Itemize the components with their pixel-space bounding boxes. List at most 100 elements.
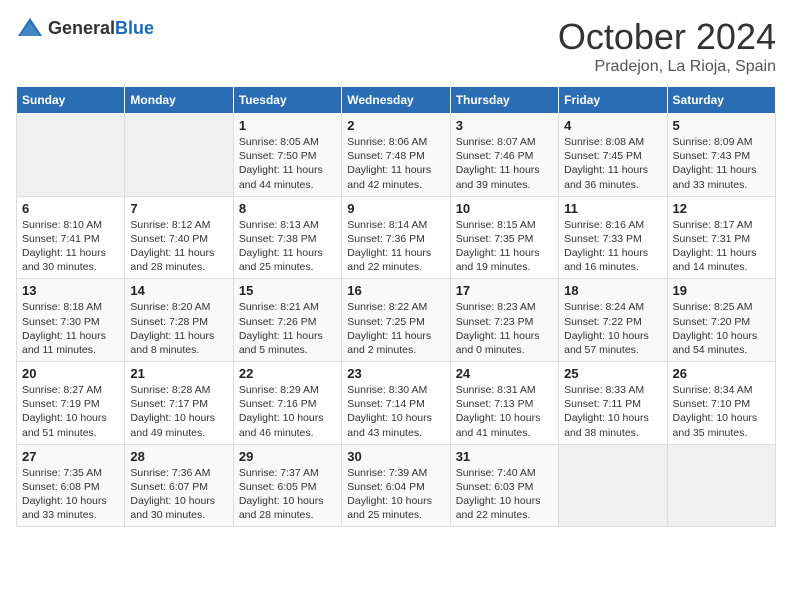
header-day-sunday: Sunday [17,87,125,114]
calendar-cell [17,114,125,197]
day-info: Sunrise: 8:29 AM Sunset: 7:16 PM Dayligh… [239,383,336,440]
day-info: Sunrise: 8:07 AM Sunset: 7:46 PM Dayligh… [456,135,553,192]
header-day-wednesday: Wednesday [342,87,450,114]
day-info: Sunrise: 8:25 AM Sunset: 7:20 PM Dayligh… [673,300,770,357]
day-number: 20 [22,366,119,381]
day-number: 15 [239,283,336,298]
calendar-cell: 25 Sunrise: 8:33 AM Sunset: 7:11 PM Dayli… [559,362,667,445]
logo: GeneralBlue [16,16,154,40]
calendar-cell: 11Sunrise: 8:16 AM Sunset: 7:33 PM Dayli… [559,196,667,279]
calendar-cell: 19 Sunrise: 8:25 AM Sunset: 7:20 PM Dayli… [667,279,775,362]
day-info: Sunrise: 8:15 AM Sunset: 7:35 PM Dayligh… [456,218,553,275]
day-number: 1 [239,118,336,133]
logo-icon [16,16,44,40]
day-number: 3 [456,118,553,133]
day-number: 9 [347,201,444,216]
calendar-cell: 4 Sunrise: 8:08 AM Sunset: 7:45 PM Daylig… [559,114,667,197]
location-title: Pradejon, La Rioja, Spain [558,58,776,76]
day-number: 14 [130,283,227,298]
calendar-week-4: 20Sunrise: 8:27 AM Sunset: 7:19 PM Dayli… [17,362,776,445]
day-info: Sunrise: 8:30 AM Sunset: 7:14 PM Dayligh… [347,383,444,440]
calendar-cell: 15 Sunrise: 8:21 AM Sunset: 7:26 PM Dayli… [233,279,341,362]
day-info: Sunrise: 8:13 AM Sunset: 7:38 PM Dayligh… [239,218,336,275]
day-number: 19 [673,283,770,298]
calendar-cell: 7Sunrise: 8:12 AM Sunset: 7:40 PM Daylig… [125,196,233,279]
day-number: 16 [347,283,444,298]
title-area: October 2024 Pradejon, La Rioja, Spain [558,16,776,76]
calendar-cell [559,444,667,527]
day-info: Sunrise: 8:18 AM Sunset: 7:30 PM Dayligh… [22,300,119,357]
day-info: Sunrise: 8:17 AM Sunset: 7:31 PM Dayligh… [673,218,770,275]
day-number: 6 [22,201,119,216]
day-number: 2 [347,118,444,133]
calendar-cell: 21Sunrise: 8:28 AM Sunset: 7:17 PM Dayli… [125,362,233,445]
day-number: 29 [239,449,336,464]
day-number: 4 [564,118,661,133]
day-number: 24 [456,366,553,381]
calendar-body: 1Sunrise: 8:05 AM Sunset: 7:50 PM Daylig… [17,114,776,527]
day-number: 23 [347,366,444,381]
calendar-cell: 27 Sunrise: 7:35 AM Sunset: 6:08 PM Dayli… [17,444,125,527]
calendar-cell: 30 Sunrise: 7:39 AM Sunset: 6:04 PM Dayli… [342,444,450,527]
logo-text-blue: Blue [115,18,154,38]
calendar-week-1: 1Sunrise: 8:05 AM Sunset: 7:50 PM Daylig… [17,114,776,197]
calendar-cell: 20Sunrise: 8:27 AM Sunset: 7:19 PM Dayli… [17,362,125,445]
calendar-cell: 10 Sunrise: 8:15 AM Sunset: 7:35 PM Dayli… [450,196,558,279]
calendar-cell [125,114,233,197]
calendar-cell: 16 Sunrise: 8:22 AM Sunset: 7:25 PM Dayli… [342,279,450,362]
header-day-thursday: Thursday [450,87,558,114]
header-day-saturday: Saturday [667,87,775,114]
day-number: 22 [239,366,336,381]
day-info: Sunrise: 8:10 AM Sunset: 7:41 PM Dayligh… [22,218,119,275]
header-day-monday: Monday [125,87,233,114]
month-title: October 2024 [558,16,776,58]
day-number: 12 [673,201,770,216]
calendar-cell: 24 Sunrise: 8:31 AM Sunset: 7:13 PM Dayli… [450,362,558,445]
day-number: 27 [22,449,119,464]
day-info: Sunrise: 8:21 AM Sunset: 7:26 PM Dayligh… [239,300,336,357]
calendar-cell: 1Sunrise: 8:05 AM Sunset: 7:50 PM Daylig… [233,114,341,197]
day-info: Sunrise: 8:09 AM Sunset: 7:43 PM Dayligh… [673,135,770,192]
calendar-cell: 5 Sunrise: 8:09 AM Sunset: 7:43 PM Daylig… [667,114,775,197]
calendar-cell: 31 Sunrise: 7:40 AM Sunset: 6:03 PM Dayli… [450,444,558,527]
calendar-week-2: 6 Sunrise: 8:10 AM Sunset: 7:41 PM Daylig… [17,196,776,279]
day-number: 28 [130,449,227,464]
day-info: Sunrise: 8:22 AM Sunset: 7:25 PM Dayligh… [347,300,444,357]
day-number: 25 [564,366,661,381]
calendar-cell: 18Sunrise: 8:24 AM Sunset: 7:22 PM Dayli… [559,279,667,362]
day-info: Sunrise: 8:31 AM Sunset: 7:13 PM Dayligh… [456,383,553,440]
day-number: 11 [564,201,661,216]
day-number: 30 [347,449,444,464]
calendar-cell: 6 Sunrise: 8:10 AM Sunset: 7:41 PM Daylig… [17,196,125,279]
day-info: Sunrise: 7:36 AM Sunset: 6:07 PM Dayligh… [130,466,227,523]
calendar-header: SundayMondayTuesdayWednesdayThursdayFrid… [17,87,776,114]
day-info: Sunrise: 8:06 AM Sunset: 7:48 PM Dayligh… [347,135,444,192]
calendar-cell: 22 Sunrise: 8:29 AM Sunset: 7:16 PM Dayli… [233,362,341,445]
calendar-cell: 28 Sunrise: 7:36 AM Sunset: 6:07 PM Dayli… [125,444,233,527]
calendar-cell: 13Sunrise: 8:18 AM Sunset: 7:30 PM Dayli… [17,279,125,362]
day-number: 10 [456,201,553,216]
day-info: Sunrise: 7:40 AM Sunset: 6:03 PM Dayligh… [456,466,553,523]
day-info: Sunrise: 7:37 AM Sunset: 6:05 PM Dayligh… [239,466,336,523]
logo-text-general: General [48,18,115,38]
day-info: Sunrise: 8:23 AM Sunset: 7:23 PM Dayligh… [456,300,553,357]
calendar-cell: 9 Sunrise: 8:14 AM Sunset: 7:36 PM Daylig… [342,196,450,279]
calendar-cell: 17Sunrise: 8:23 AM Sunset: 7:23 PM Dayli… [450,279,558,362]
day-info: Sunrise: 7:39 AM Sunset: 6:04 PM Dayligh… [347,466,444,523]
calendar-cell: 8 Sunrise: 8:13 AM Sunset: 7:38 PM Daylig… [233,196,341,279]
calendar-cell: 29 Sunrise: 7:37 AM Sunset: 6:05 PM Dayli… [233,444,341,527]
header: GeneralBlue October 2024 Pradejon, La Ri… [16,16,776,76]
day-info: Sunrise: 8:33 AM Sunset: 7:11 PM Dayligh… [564,383,661,440]
day-info: Sunrise: 8:08 AM Sunset: 7:45 PM Dayligh… [564,135,661,192]
day-info: Sunrise: 7:35 AM Sunset: 6:08 PM Dayligh… [22,466,119,523]
day-number: 31 [456,449,553,464]
day-number: 7 [130,201,227,216]
calendar-cell: 12 Sunrise: 8:17 AM Sunset: 7:31 PM Dayli… [667,196,775,279]
day-info: Sunrise: 8:14 AM Sunset: 7:36 PM Dayligh… [347,218,444,275]
day-info: Sunrise: 8:34 AM Sunset: 7:10 PM Dayligh… [673,383,770,440]
day-number: 8 [239,201,336,216]
day-number: 5 [673,118,770,133]
calendar-cell: 14Sunrise: 8:20 AM Sunset: 7:28 PM Dayli… [125,279,233,362]
header-day-tuesday: Tuesday [233,87,341,114]
calendar-cell: 23 Sunrise: 8:30 AM Sunset: 7:14 PM Dayli… [342,362,450,445]
